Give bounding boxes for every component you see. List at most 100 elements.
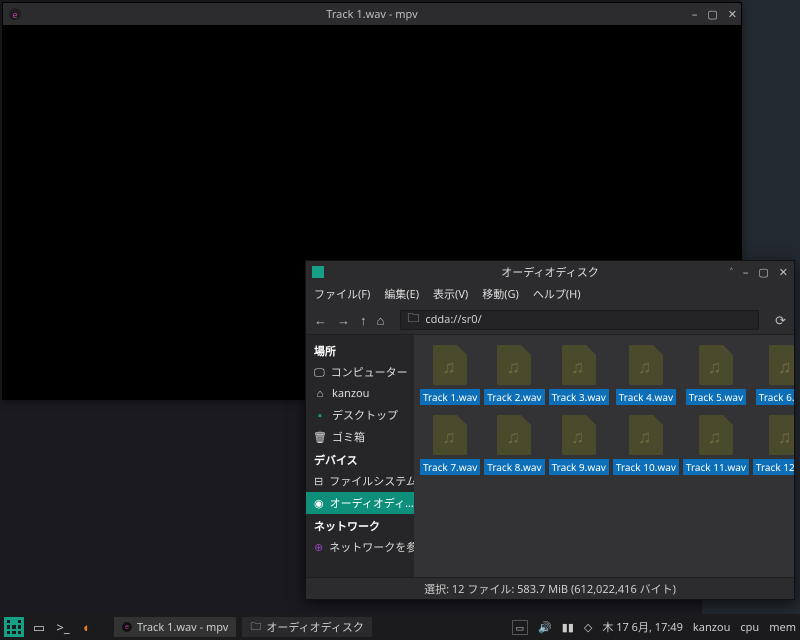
file-label: Track 7.wav (420, 459, 480, 475)
audio-file-icon: ♫ (769, 415, 794, 455)
sidebar-item-label: コンピューター (331, 364, 408, 380)
taskbar: ▭ >_ ◐ e Track 1.wav - mpv 🗀 オーディオディスク ▭… (0, 614, 800, 640)
notification-icon[interactable]: ◇ (584, 620, 592, 635)
audio-file-icon: ♫ (562, 415, 596, 455)
sidebar-devices-head: デバイス (306, 448, 414, 470)
file-label: Track 8.wav (484, 459, 544, 475)
audio-file-icon: ♫ (699, 345, 733, 385)
fm-app-icon (312, 266, 324, 278)
file-item[interactable]: ♫ Track 12.wav (753, 415, 794, 475)
nav-up-button[interactable]: ↑ (360, 311, 367, 329)
fm-statusbar: 選択: 12 ファイル: 583.7 MiB (612,022,416 バイト) (306, 577, 794, 599)
file-item[interactable]: ♫Track 2.wav (484, 345, 544, 405)
menu-edit[interactable]: 編集(E) (384, 286, 419, 302)
file-item[interactable]: ♫Track 4.wav (613, 345, 679, 405)
clock[interactable]: 木 17 6月, 17:49 (602, 619, 683, 635)
file-item[interactable]: ♫ Track 5.wav (683, 345, 749, 405)
trash-icon: 🗑 (314, 431, 326, 443)
audio-file-icon: ♫ (769, 345, 794, 385)
menu-view[interactable]: 表示(V) (433, 286, 468, 302)
fm-content-area[interactable]: ♫Track 1.wav♫Track 2.wav♫Track 3.wav♫Tra… (414, 335, 794, 577)
file-label: Track 9.wav (549, 459, 609, 475)
sidebar-item-home[interactable]: ⌂ kanzou (306, 383, 414, 404)
mpv-titlebar[interactable]: e Track 1.wav - mpv – ▢ ✕ (3, 3, 741, 25)
audio-file-icon: ♫ (629, 415, 663, 455)
file-manager-window: オーディオディスク ˄ – ▢ ✕ ファイル(F) 編集(E) 表示(V) 移動… (305, 260, 795, 600)
folder-icon (407, 309, 419, 330)
audio-file-icon: ♫ (497, 345, 531, 385)
file-label: Track 10.wav (613, 459, 679, 475)
file-label: Track 6.wav (756, 389, 794, 405)
sidebar-network-head: ネットワーク (306, 514, 414, 536)
audio-file-icon: ♫ (497, 415, 531, 455)
menu-help[interactable]: ヘルプ(H) (533, 286, 581, 302)
mpv-title: Track 1.wav - mpv (3, 7, 741, 22)
show-desktop-button[interactable]: ▭ (30, 618, 48, 636)
fm-titlebar[interactable]: オーディオディスク ˄ – ▢ ✕ (306, 261, 794, 283)
file-item[interactable]: ♫ Track 1.wav (420, 345, 480, 405)
computer-icon: 🖵 (314, 366, 325, 378)
file-label: Track 5.wav (686, 389, 746, 405)
file-item[interactable]: ♫ Track 9.wav (549, 415, 609, 475)
sidebar-item-computer[interactable]: 🖵 コンピューター (306, 361, 414, 383)
sidebar-item-desktop[interactable]: ▪デスクトップ (306, 404, 414, 426)
home-icon: ⌂ (314, 388, 326, 400)
nav-forward-button[interactable]: → (337, 311, 350, 329)
start-menu-button[interactable] (4, 617, 24, 637)
sidebar-item-filesystem[interactable]: ⊟ ファイルシステム (306, 470, 414, 492)
sidebar-item-network[interactable]: ⊕ ネットワークを参照 (306, 536, 414, 558)
taskbar-task-mpv[interactable]: e Track 1.wav - mpv (114, 617, 236, 637)
terminal-launcher[interactable]: >_ (54, 618, 72, 636)
file-item[interactable]: ♫ Track 10.wav (613, 415, 679, 475)
network-tray-icon[interactable]: ▮▮ (562, 620, 574, 635)
audio-file-icon: ♫ (433, 415, 467, 455)
sidebar-item-label: ゴミ箱 (332, 429, 365, 445)
fm-toolbar: ← → ↑ ⌂ cdda://sr0/ ⟳ (306, 305, 794, 335)
menu-file[interactable]: ファイル(F) (314, 286, 370, 302)
folder-icon: 🗀 (250, 618, 261, 637)
file-item[interactable]: ♫Track 11.wav (683, 415, 749, 475)
refresh-button[interactable]: ⟳ (775, 311, 786, 329)
mpv-app-icon: e (122, 622, 132, 632)
file-item[interactable]: ♫ Track 8.wav (484, 415, 544, 475)
taskbar-task-filemanager[interactable]: 🗀 オーディオディスク (242, 617, 371, 637)
user-label[interactable]: kanzou (693, 620, 730, 635)
fm-title: オーディオディスク (306, 264, 794, 280)
fm-menubar: ファイル(F) 編集(E) 表示(V) 移動(G) ヘルプ(H) (306, 283, 794, 305)
minimize-button[interactable]: – (692, 7, 698, 22)
minimize-button[interactable]: – (743, 265, 749, 280)
network-icon: ⊕ (314, 541, 323, 553)
keyboard-layout-indicator[interactable]: ▭ (512, 620, 529, 635)
mem-monitor[interactable]: mem (769, 620, 796, 635)
close-button[interactable]: ✕ (728, 7, 737, 22)
close-button[interactable]: ✕ (779, 265, 788, 280)
audio-file-icon: ♫ (562, 345, 596, 385)
roll-up-button[interactable]: ˄ (730, 265, 733, 280)
sidebar-item-label: オーディオディ… (330, 495, 414, 511)
sidebar-item-audiodisc[interactable]: ◉オーディオディ…⏏ (306, 492, 414, 514)
sidebar-places-head: 場所 (306, 339, 414, 361)
file-item[interactable]: ♫ Track 6.wav (753, 345, 794, 405)
audio-file-icon: ♫ (433, 345, 467, 385)
path-text: cdda://sr0/ (425, 312, 481, 327)
maximize-button[interactable]: ▢ (707, 7, 717, 22)
file-item[interactable]: ♫Track 3.wav (549, 345, 609, 405)
mpv-app-icon: e (9, 8, 21, 20)
volume-icon[interactable]: 🔊 (538, 620, 552, 635)
file-label: Track 1.wav (420, 389, 480, 405)
sidebar-item-label: ファイルシステム (329, 473, 414, 489)
path-bar[interactable]: cdda://sr0/ (400, 310, 759, 330)
sidebar-item-label: kanzou (332, 386, 369, 401)
maximize-button[interactable]: ▢ (758, 265, 768, 280)
sidebar-item-trash[interactable]: 🗑 ゴミ箱 (306, 426, 414, 448)
cpu-monitor[interactable]: cpu (740, 620, 759, 635)
task-label: Track 1.wav - mpv (137, 620, 228, 635)
nav-back-button[interactable]: ← (314, 311, 327, 329)
file-label: Track 12.wav (753, 459, 794, 475)
sidebar-item-label: ネットワークを参照 (329, 539, 414, 555)
drive-icon: ⊟ (314, 475, 323, 487)
nav-home-button[interactable]: ⌂ (377, 311, 385, 329)
file-item[interactable]: ♫ Track 7.wav (420, 415, 480, 475)
menu-go[interactable]: 移動(G) (482, 286, 519, 302)
firefox-launcher[interactable]: ◐ (78, 618, 96, 636)
